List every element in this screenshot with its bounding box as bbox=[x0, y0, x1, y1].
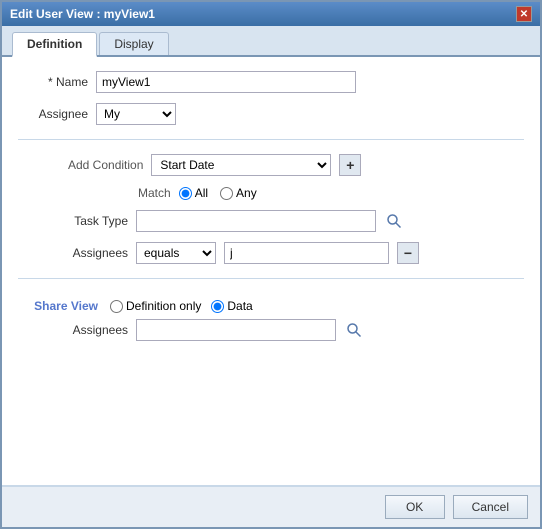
share-def-only-radio[interactable] bbox=[110, 300, 123, 313]
task-type-input[interactable] bbox=[136, 210, 376, 232]
add-condition-row: Add Condition Start Date Due Date Priori… bbox=[18, 154, 524, 176]
assignees-operator-select[interactable]: equals not equals contains bbox=[136, 242, 216, 264]
cancel-button[interactable]: Cancel bbox=[453, 495, 528, 519]
assignees-label: Assignees bbox=[48, 246, 128, 260]
assignee-label: Assignee bbox=[18, 107, 88, 121]
add-condition-label: Add Condition bbox=[68, 158, 143, 172]
separator-1 bbox=[18, 139, 524, 140]
match-any-label: Any bbox=[236, 186, 257, 200]
close-icon[interactable]: ✕ bbox=[516, 6, 532, 22]
match-all-option[interactable]: All bbox=[179, 186, 208, 200]
match-any-option[interactable]: Any bbox=[220, 186, 257, 200]
match-row: Match All Any bbox=[18, 186, 524, 200]
tab-display[interactable]: Display bbox=[99, 32, 168, 55]
add-condition-button[interactable]: + bbox=[339, 154, 361, 176]
assignees-value-input[interactable] bbox=[224, 242, 389, 264]
share-assignees-row: Assignees bbox=[18, 319, 524, 341]
match-all-radio[interactable] bbox=[179, 187, 192, 200]
name-row: * Name bbox=[18, 71, 524, 93]
tab-bar: Definition Display bbox=[2, 26, 540, 57]
assignees-row: Assignees equals not equals contains − bbox=[18, 242, 524, 264]
title-bar: Edit User View : myView1 ✕ bbox=[2, 2, 540, 26]
remove-assignees-button[interactable]: − bbox=[397, 242, 419, 264]
share-view-row: Share View Definition only Data bbox=[18, 299, 524, 313]
name-label: * Name bbox=[18, 75, 88, 89]
share-def-only-option[interactable]: Definition only bbox=[110, 299, 201, 313]
dialog-footer: OK Cancel bbox=[2, 485, 540, 527]
share-assignees-input[interactable] bbox=[136, 319, 336, 341]
match-all-label: All bbox=[195, 186, 208, 200]
assignee-select[interactable]: My All Other bbox=[96, 103, 176, 125]
share-def-only-label: Definition only bbox=[126, 299, 201, 313]
share-assignees-label: Assignees bbox=[48, 323, 128, 337]
edit-user-view-dialog: Edit User View : myView1 ✕ Definition Di… bbox=[0, 0, 542, 529]
share-assignees-search-icon[interactable] bbox=[344, 320, 364, 340]
match-radio-group: All Any bbox=[179, 186, 257, 200]
window-title: Edit User View : myView1 bbox=[10, 7, 155, 21]
form-content: * Name Assignee My All Other Add Conditi… bbox=[2, 57, 540, 485]
match-label: Match bbox=[138, 186, 171, 200]
separator-2 bbox=[18, 278, 524, 279]
task-type-search-icon[interactable] bbox=[384, 211, 404, 231]
share-view-label: Share View bbox=[18, 299, 98, 313]
share-data-option[interactable]: Data bbox=[211, 299, 252, 313]
assignee-row: Assignee My All Other bbox=[18, 103, 524, 125]
share-data-label: Data bbox=[227, 299, 252, 313]
ok-button[interactable]: OK bbox=[385, 495, 445, 519]
share-data-radio[interactable] bbox=[211, 300, 224, 313]
match-any-radio[interactable] bbox=[220, 187, 233, 200]
name-input[interactable] bbox=[96, 71, 356, 93]
share-view-section: Share View Definition only Data Assignee… bbox=[18, 299, 524, 341]
task-type-label: Task Type bbox=[48, 214, 128, 228]
task-type-row: Task Type bbox=[18, 210, 524, 232]
tab-definition[interactable]: Definition bbox=[12, 32, 97, 57]
condition-select[interactable]: Start Date Due Date Priority Status bbox=[151, 154, 331, 176]
